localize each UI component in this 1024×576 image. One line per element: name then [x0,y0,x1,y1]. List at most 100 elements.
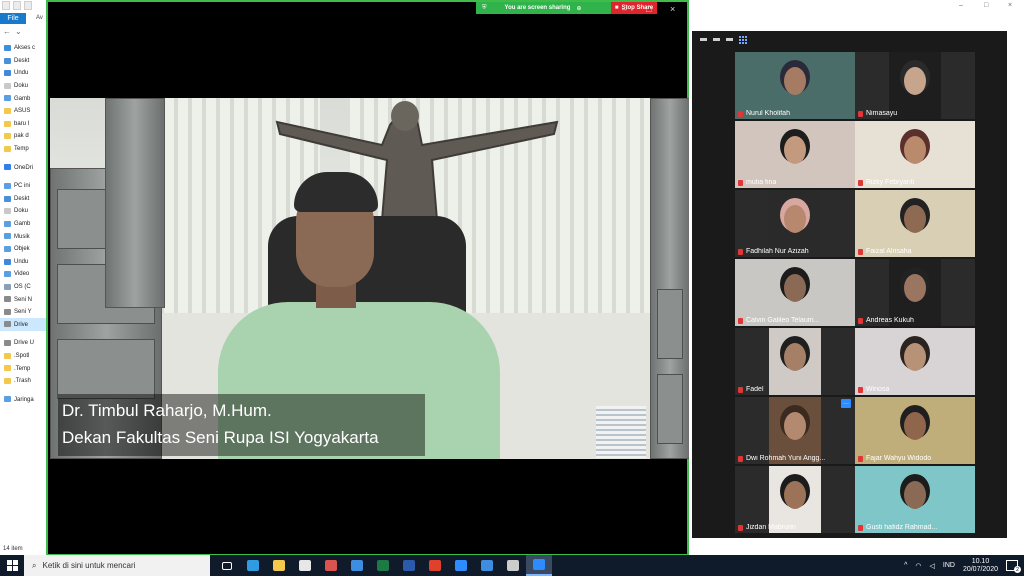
task-view-icon [222,561,232,570]
nav-tree-item[interactable]: Jaringa [0,393,47,406]
gallery-close-button[interactable]: × [1008,2,1012,9]
settings-icon [507,560,519,571]
taskbar-app-file-explorer[interactable] [266,555,292,576]
language-indicator[interactable]: IND [943,562,955,569]
participant-tile[interactable]: Gusti hafidz Rahmad... [855,466,975,533]
nav-tree-item[interactable]: OS (C [0,281,47,294]
nav-tree-item[interactable]: OneDri [0,161,47,174]
nav-tree-item[interactable]: Gamb [0,92,47,105]
chevron-down-icon[interactable]: ⌄ [15,27,22,36]
taskbar-app-gift-app[interactable] [318,555,344,576]
back-arrow-icon[interactable]: ← [3,27,11,36]
sharing-status-text: You are screen sharing [504,5,571,11]
nav-tree-item[interactable]: Drive [0,318,47,332]
participant-tile[interactable]: Nimasayu [855,52,975,119]
taskbar-app-store[interactable] [292,555,318,576]
folder-icon [4,145,11,152]
participant-tile[interactable]: Fajar Wahyu Widodo ··· [841,397,975,464]
maximize-button[interactable]: □ [646,5,651,14]
nav-tree-item[interactable]: Deskt [0,193,47,206]
strip-view-icon[interactable] [726,38,733,41]
nav-tree-item[interactable]: .Spotl [0,350,47,363]
taskbar-app-zoom-active[interactable] [526,555,552,576]
taskbar-app-word[interactable] [396,555,422,576]
taskbar-app-zoom[interactable] [448,555,474,576]
more-options-button[interactable]: ··· [841,399,851,408]
nav-tree-item[interactable]: Gamb [0,218,47,231]
nav-tree-item[interactable]: .Temp [0,362,47,375]
nav-tree-item[interactable]: Seni N [0,293,47,306]
folder-icon [4,208,11,215]
nav-tree-item[interactable]: baru I [0,118,47,131]
show-hidden-icons[interactable]: ^ [904,562,907,569]
folder-icon [4,70,11,77]
taskbar-app-mail[interactable] [344,555,370,576]
participant-name: Faizal Alrisaha [866,248,912,255]
minimize-button[interactable]: – [622,5,627,14]
nav-tree-item[interactable]: Drive U [0,337,47,350]
taskbar-app-excel[interactable] [370,555,396,576]
nav-tree-item[interactable]: PC ini [0,180,47,193]
nav-tree-item[interactable]: Seni Y [0,306,47,319]
gallery-maximize-button[interactable]: □ [984,2,988,9]
participant-camera [855,121,975,188]
participant-tile[interactable]: mutia fina [735,121,855,188]
taskbar-app-wps[interactable] [422,555,448,576]
participant-name: Rizky Febryanti [866,179,915,186]
participant-tile[interactable]: Fadel [735,328,855,395]
gallery-view-icon[interactable] [739,35,747,44]
volume-icon[interactable]: ◁ [930,562,935,570]
nav-tree-item[interactable]: Temp [0,143,47,156]
nav-tree-item[interactable]: Deskt [0,55,47,68]
notification-center-icon[interactable]: 2 [1006,560,1021,573]
participant-tile[interactable]: Rizky Febryanti [855,121,975,188]
file-menu-tab[interactable]: File [0,12,26,24]
nav-tree-label: Drive U [14,340,35,347]
nav-tree-item[interactable]: Video [0,268,47,281]
ribbon-tab-partial[interactable]: Av [36,15,43,21]
close-button[interactable]: × [670,5,675,14]
muted-mic-icon [738,110,743,117]
taskbar-search-box[interactable]: ⌕ Ketik di sini untuk mencari [24,555,210,576]
nav-tree-item[interactable]: Objek [0,243,47,256]
nav-tree-item[interactable]: Undu [0,67,47,80]
nav-tree-item[interactable]: .Trash [0,375,47,388]
participant-tile[interactable]: Faizal Alrisaha [855,190,975,257]
gallery-minimize-button[interactable]: – [959,2,963,9]
participant-tile[interactable]: Fadhilah Nur Azizah [735,190,855,257]
taskbar-app-edge[interactable] [240,555,266,576]
nav-tree-item[interactable]: Akses c [0,42,47,55]
participant-face [904,205,926,233]
participant-tile[interactable]: Dwi Rohmah Yuni Angg... [735,397,855,464]
participant-tile[interactable]: Calvin Galileo Telaum... [735,259,855,326]
nav-tree-label: Doku [14,208,29,215]
participant-tile[interactable]: Winosa [855,328,975,395]
nav-tree-item[interactable]: Doku [0,80,47,93]
participant-tile[interactable]: Nurul Kholifah [735,52,855,119]
muted-mic-icon [738,455,743,462]
participant-tile[interactable]: Jizdan Mabrurin [735,466,855,533]
speaker-view-icon[interactable] [713,38,720,41]
participant-tile[interactable]: Andreas Kukuh [855,259,975,326]
nav-tree-item[interactable]: Doku [0,205,47,218]
nav-tree-item[interactable]: Undu [0,256,47,269]
nav-tree-label: Akses c [14,45,36,52]
start-button[interactable] [0,555,24,576]
folder-icon [4,283,11,290]
zoom-meeting-window: ⛨ You are screen sharing ⊕ ■ Stop Share … [46,0,689,556]
nav-tree-item[interactable]: pak d [0,130,47,143]
network-icon[interactable]: ◠ [915,562,921,570]
taskbar-app-photos[interactable] [474,555,500,576]
nav-tree-label: Doku [14,83,29,90]
clock-date: 20/07/2020 [962,565,998,573]
nav-tree-item[interactable]: Musik [0,230,47,243]
taskbar-app-task-view[interactable] [214,555,240,576]
clock[interactable]: 10.10 20/07/2020 [963,558,998,574]
nav-tree-item[interactable]: ASUS [0,105,47,118]
participant-name-label: Rizky Febryanti [858,179,914,186]
security-icon[interactable]: ⊕ [576,5,581,12]
participant-camera [855,397,975,464]
minimize-video-icon[interactable] [700,38,707,41]
taskbar-app-settings[interactable] [500,555,526,576]
photos-icon [481,560,493,571]
